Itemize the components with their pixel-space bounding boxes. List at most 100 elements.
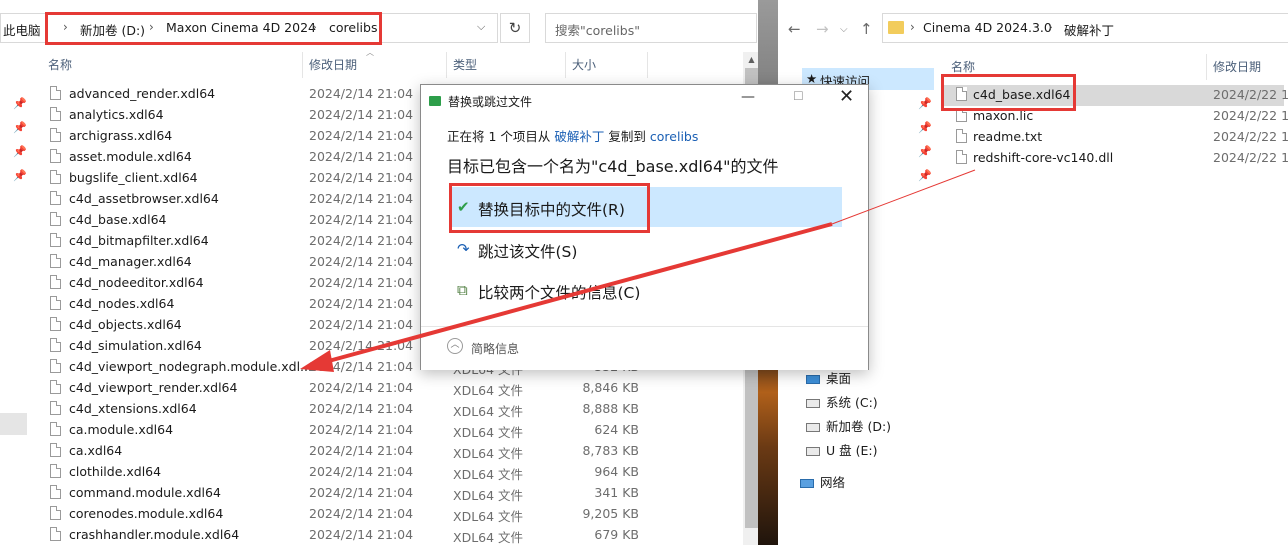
file-icon — [50, 422, 61, 436]
file-row[interactable]: command.module.xdl64 2024/2/14 21:04 XDL64… — [48, 483, 738, 504]
col-header-date[interactable]: 修改日期 — [309, 56, 357, 73]
network-icon — [800, 479, 814, 488]
file-name: c4d_viewport_nodegraph.module.xdl... — [69, 359, 312, 374]
file-name: c4d_viewport_render.xdl64 — [69, 380, 238, 395]
chevron-right-icon[interactable]: › — [910, 20, 915, 34]
column-divider[interactable] — [565, 52, 566, 78]
chevron-right-icon[interactable]: › — [1048, 20, 1053, 34]
file-type: XDL64 文件 — [453, 530, 524, 545]
file-row[interactable]: c4d_xtensions.xdl64 2024/2/14 21:04 XDL64 … — [48, 399, 738, 420]
file-name: bugslife_client.xdl64 — [69, 170, 198, 185]
file-size: 964 KB — [594, 464, 639, 479]
copy-status-line: 正在将 1 个项目从 破解补丁 复制到 corelibs — [447, 129, 699, 144]
refresh-icon: ↻ — [508, 19, 522, 37]
sidebar-item-network[interactable]: 网络 — [800, 472, 845, 491]
pin-icon[interactable]: 📌 — [13, 121, 27, 134]
column-divider[interactable] — [1206, 54, 1207, 80]
option-skip-label[interactable]: 跳过该文件(S) — [478, 240, 577, 262]
file-row[interactable]: readme.txt 2024/2/22 17 — [944, 127, 1288, 148]
file-name: command.module.xdl64 — [69, 485, 221, 500]
chevron-up-icon[interactable]: ︿ — [447, 338, 463, 354]
pin-icon[interactable]: 📌 — [13, 145, 27, 158]
file-date: 2024/2/14 21:04 — [309, 338, 414, 353]
file-name: c4d_objects.xdl64 — [69, 317, 182, 332]
file-date: 2024/2/14 21:04 — [309, 275, 414, 290]
pin-icon[interactable]: 📌 — [13, 97, 27, 110]
compare-files-icon: ⧉ — [457, 281, 468, 299]
column-divider[interactable] — [302, 52, 303, 78]
maximize-button[interactable]: ☐ — [793, 89, 804, 103]
file-icon — [50, 233, 61, 247]
sidebar-item-drive-c[interactable]: 系统 (C:) — [806, 392, 878, 411]
option-compare-label[interactable]: 比较两个文件的信息(C) — [478, 281, 640, 303]
column-divider[interactable] — [647, 52, 648, 78]
chevron-down-icon[interactable]: ⌵ — [477, 20, 485, 34]
file-icon — [50, 380, 61, 394]
pin-icon[interactable]: 📌 — [918, 169, 932, 182]
file-date: 2024/2/14 21:04 — [309, 296, 414, 311]
file-date: 2024/2/14 21:04 — [309, 506, 414, 521]
forward-arrow-icon[interactable]: → — [816, 20, 829, 38]
file-row[interactable]: ca.module.xdl64 2024/2/14 21:04 XDL64 文件 62… — [48, 420, 738, 441]
file-type: XDL64 文件 — [453, 383, 524, 398]
sidebar-item-drive-e[interactable]: U 盘 (E:) — [806, 440, 877, 459]
fewer-details-link[interactable]: 简略信息 — [471, 340, 519, 357]
back-arrow-icon[interactable]: ← — [788, 20, 801, 38]
file-row[interactable]: crashhandler.module.xdl64 2024/2/14 21:04… — [48, 525, 738, 546]
file-name: c4d_simulation.xdl64 — [69, 338, 202, 353]
file-type: XDL64 文件 — [453, 446, 524, 461]
file-row[interactable]: redshift-core-vc140.dll 2024/2/22 17 — [944, 148, 1288, 169]
drive-icon — [806, 399, 820, 408]
chevron-down-icon[interactable]: ⌵ — [840, 24, 848, 35]
dialog-footer: ︿ 简略信息 — [421, 326, 868, 370]
col-header-size[interactable]: 大小 — [572, 56, 596, 73]
file-date: 2024/2/14 21:04 — [309, 212, 414, 227]
pin-icon[interactable]: 📌 — [918, 145, 932, 158]
col-header-name[interactable]: 名称 — [951, 58, 975, 75]
pin-icon[interactable]: 📌 — [918, 121, 932, 134]
file-icon — [50, 86, 61, 100]
address-bar[interactable]: › Cinema 4D 2024.3.0 › 破解补丁 — [882, 13, 1288, 43]
pin-icon[interactable]: 📌 — [918, 97, 932, 110]
source-folder-link[interactable]: 破解补丁 — [554, 129, 604, 144]
crumb-cinema4d-version[interactable]: Cinema 4D 2024.3.0 — [923, 20, 1052, 35]
sidebar-item-drive-d[interactable]: 新加卷 (D:) — [806, 416, 891, 435]
folder-icon — [888, 21, 904, 34]
nav-pane-selected-item[interactable] — [0, 413, 27, 435]
refresh-button[interactable]: ↻ — [500, 13, 530, 43]
file-row[interactable]: clothilde.xdl64 2024/2/14 21:04 XDL64 文件 96… — [48, 462, 738, 483]
file-row[interactable]: ca.xdl64 2024/2/14 21:04 XDL64 文件 8,783 KB — [48, 441, 738, 462]
close-button[interactable]: ✕ — [839, 86, 854, 107]
file-name: asset.module.xdl64 — [69, 149, 192, 164]
file-date: 2024/2/14 21:04 — [309, 317, 414, 332]
search-input[interactable]: 搜索"corelibs" — [545, 13, 757, 43]
file-icon — [50, 359, 61, 373]
up-arrow-icon[interactable]: ↑ — [860, 20, 873, 38]
file-icon — [50, 401, 61, 415]
minimize-button[interactable]: — — [741, 89, 755, 105]
crumb-crack-patch[interactable]: 破解补丁 — [1064, 20, 1114, 39]
file-name: archigrass.xdl64 — [69, 128, 173, 143]
file-icon — [50, 170, 61, 184]
file-icon — [50, 443, 61, 457]
file-type: XDL64 文件 — [453, 488, 524, 503]
col-header-type[interactable]: 类型 — [453, 56, 477, 73]
file-icon — [50, 107, 61, 121]
column-divider[interactable] — [446, 52, 447, 78]
file-type: XDL64 文件 — [453, 404, 524, 419]
col-header-date[interactable]: 修改日期 — [1213, 58, 1261, 75]
sidebar-item-desktop[interactable]: 桌面 — [806, 368, 851, 387]
file-name: c4d_manager.xdl64 — [69, 254, 192, 269]
file-name: c4d_nodes.xdl64 — [69, 296, 175, 311]
file-row[interactable]: c4d_viewport_render.xdl64 2024/2/14 21:04… — [48, 378, 738, 399]
crumb-this-pc[interactable]: 此电脑 — [3, 20, 41, 39]
highlight-box-destination-path — [45, 12, 382, 45]
col-header-name[interactable]: 名称 — [48, 56, 72, 73]
file-date: 2024/2/14 21:04 — [309, 233, 414, 248]
close-icon: ✕ — [839, 86, 855, 107]
file-date: 2024/2/22 17 — [1213, 150, 1288, 165]
pin-icon[interactable]: 📌 — [13, 169, 27, 182]
file-row[interactable]: corenodes.module.xdl64 2024/2/14 21:04 XDL… — [48, 504, 738, 525]
file-name: c4d_xtensions.xdl64 — [69, 401, 197, 416]
dest-folder-link[interactable]: corelibs — [650, 129, 698, 144]
